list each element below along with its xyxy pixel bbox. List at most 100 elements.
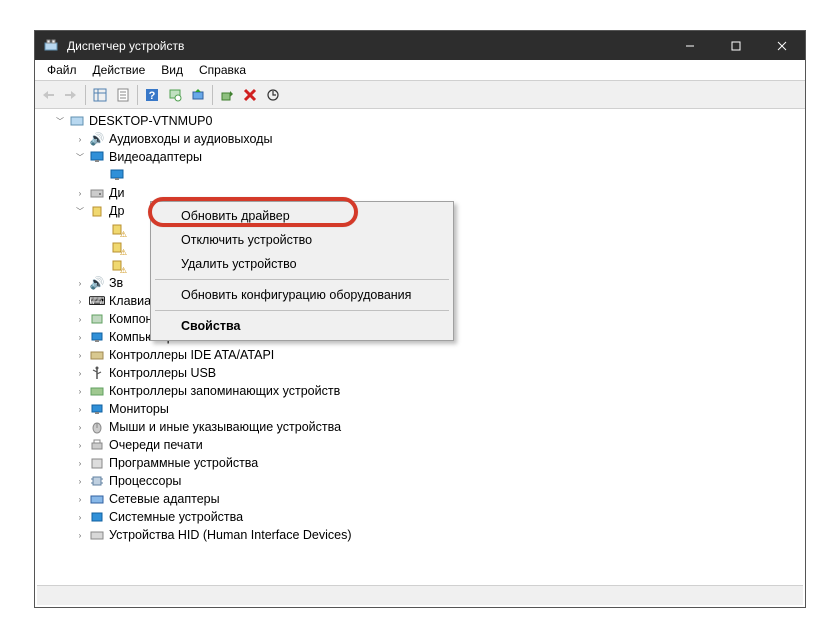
expand-icon[interactable]: › [73,384,87,398]
svg-text:?: ? [149,90,156,102]
context-separator [155,310,449,311]
expand-icon[interactable]: › [73,510,87,524]
tree-node[interactable]: › Ди [37,184,803,202]
expand-icon[interactable]: › [73,492,87,506]
update-driver-button[interactable] [187,84,209,106]
tree-node[interactable]: › Устройства HID (Human Interface Devices… [37,526,803,544]
collapse-icon[interactable]: ﹀ [73,150,87,164]
forward-button[interactable] [60,84,82,106]
tree-node-label: Устройства HID (Human Interface Devices) [109,528,352,542]
tree-node-label: Видеоадаптеры [109,150,202,164]
toolbar-separator [212,85,213,105]
expand-icon[interactable]: › [73,312,87,326]
enable-button[interactable] [216,84,238,106]
printer-icon [89,437,105,453]
back-button[interactable] [37,84,59,106]
tree-node-label: Мониторы [109,402,169,416]
tree-node[interactable]: › Контроллеры запоминающих устройств [37,382,803,400]
display-adapter-icon [89,149,105,165]
tree-node-label: Системные устройства [109,510,243,524]
expand-icon[interactable]: › [73,330,87,344]
minimize-button[interactable] [667,31,713,60]
tree-node-label: DESKTOP-VTNMUP0 [89,114,212,128]
collapse-icon[interactable]: ﹀ [53,114,67,128]
cpu-icon [89,473,105,489]
tree-node[interactable]: › Программные устройства [37,454,803,472]
hid-icon [89,527,105,543]
expand-icon[interactable]: › [73,474,87,488]
menu-action[interactable]: Действие [85,61,154,79]
unknown-device-icon [109,257,125,273]
tree-node[interactable]: › Сетевые адаптеры [37,490,803,508]
expand-icon[interactable]: › [73,276,87,290]
context-disable-device[interactable]: Отключить устройство [153,228,451,252]
window-title: Диспетчер устройств [67,39,184,53]
tree-node-label: Сетевые адаптеры [109,492,220,506]
uninstall-button[interactable] [239,84,261,106]
mouse-icon [89,419,105,435]
device-tree[interactable]: ﹀ DESKTOP-VTNMUP0 ›🔊Аудиовходы и аудиовы… [37,110,803,583]
expand-icon[interactable]: › [73,438,87,452]
expand-icon[interactable]: › [73,132,87,146]
tree-node[interactable]: › Очереди печати [37,436,803,454]
audio-icon: 🔊 [89,131,105,147]
maximize-button[interactable] [713,31,759,60]
scan-button[interactable] [164,84,186,106]
context-menu: Обновить драйвер Отключить устройство Уд… [150,201,454,341]
toolbar: ? [35,81,805,109]
tree-node[interactable]: ›🔊 Аудиовходы и аудиовыходы [37,130,803,148]
expand-icon[interactable]: › [73,348,87,362]
disk-icon [89,185,105,201]
expand-icon[interactable]: › [73,366,87,380]
expand-icon[interactable]: › [73,420,87,434]
usb-icon [89,365,105,381]
menu-file[interactable]: Файл [39,61,85,79]
collapse-icon[interactable]: ﹀ [73,204,87,218]
tree-node-label: Мыши и иные указывающие устройства [109,420,341,434]
tree-node[interactable]: › Мыши и иные указывающие устройства [37,418,803,436]
toolbar-separator [85,85,86,105]
system-icon [89,509,105,525]
help-button[interactable]: ? [141,84,163,106]
menu-help[interactable]: Справка [191,61,254,79]
tree-node-label: Очереди печати [109,438,203,452]
monitor-icon [89,401,105,417]
tree-node[interactable] [37,166,803,184]
sound-icon: 🔊 [89,275,105,291]
tree-node-label: Контроллеры IDE ATA/ATAPI [109,348,274,362]
expand-icon[interactable]: › [73,528,87,542]
show-hidden-button[interactable] [89,84,111,106]
ide-icon [89,347,105,363]
context-separator [155,279,449,280]
tree-node-label: Программные устройства [109,456,258,470]
tree-node-label: Др [109,204,124,218]
computer-icon [89,329,105,345]
tree-node-label: Ди [109,186,124,200]
expand-icon[interactable]: › [73,402,87,416]
unknown-device-icon [109,239,125,255]
expand-icon[interactable]: › [73,294,87,308]
expand-icon[interactable]: › [73,186,87,200]
tree-node[interactable]: › Мониторы [37,400,803,418]
expand-icon[interactable]: › [73,456,87,470]
network-icon [89,491,105,507]
computer-icon [69,113,85,129]
context-properties[interactable]: Свойства [153,314,451,338]
menu-view[interactable]: Вид [153,61,191,79]
properties-button[interactable] [112,84,134,106]
tree-node[interactable]: ›Контроллеры USB [37,364,803,382]
tree-node[interactable]: ›Процессоры [37,472,803,490]
tree-node[interactable]: ﹀ Видеоадаптеры [37,148,803,166]
context-update-driver[interactable]: Обновить драйвер [153,204,451,228]
tree-node[interactable]: › Системные устройства [37,508,803,526]
software-device-icon [89,455,105,471]
tree-node[interactable]: › Контроллеры IDE ATA/ATAPI [37,346,803,364]
tree-node-label: Контроллеры запоминающих устройств [109,384,340,398]
tree-node-label: Аудиовходы и аудиовыходы [109,132,272,146]
close-button[interactable] [759,31,805,60]
tree-root[interactable]: ﹀ DESKTOP-VTNMUP0 [37,112,803,130]
refresh-button[interactable] [262,84,284,106]
context-remove-device[interactable]: Удалить устройство [153,252,451,276]
context-scan-hardware[interactable]: Обновить конфигурацию оборудования [153,283,451,307]
tree-node-label: Зв [109,276,123,290]
